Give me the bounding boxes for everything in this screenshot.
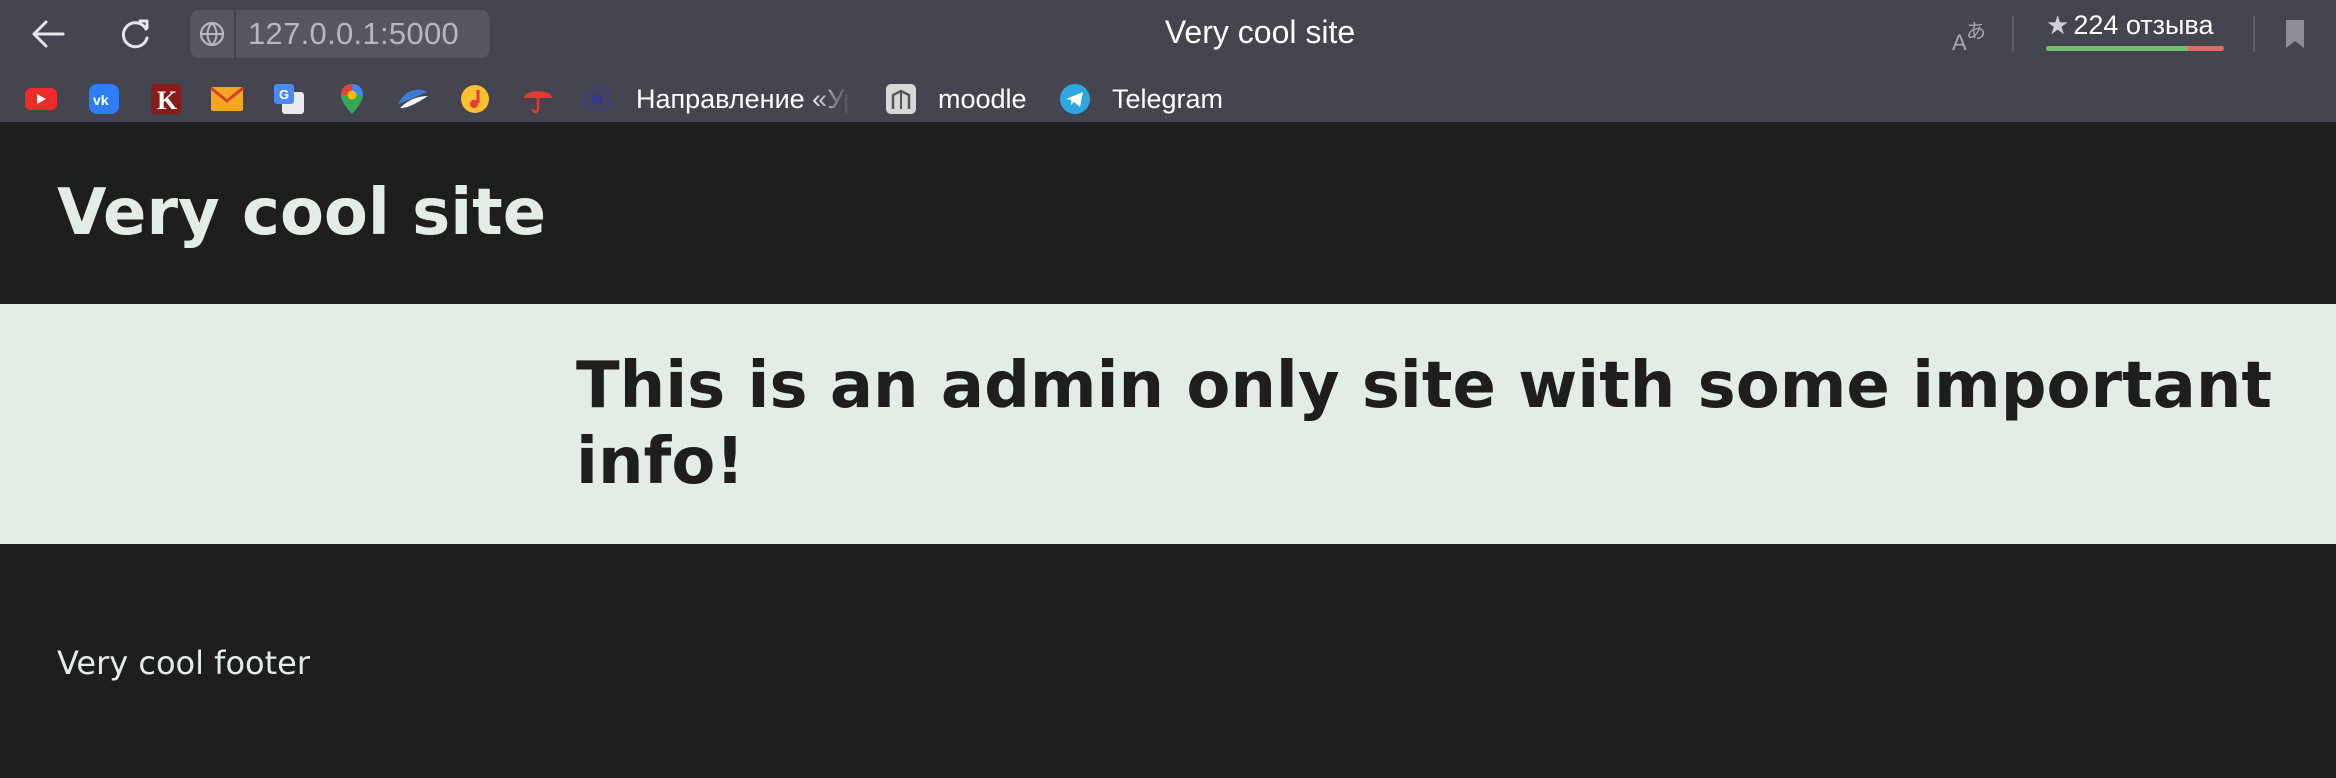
toolbar-separator bbox=[2253, 16, 2255, 52]
bookmark-google-maps[interactable] bbox=[335, 82, 369, 116]
info-banner: This is an admin only site with some imp… bbox=[0, 304, 2336, 544]
wave-icon bbox=[398, 89, 428, 108]
arrow-left-icon bbox=[32, 20, 65, 48]
back-button[interactable] bbox=[26, 12, 70, 56]
globe-icon bbox=[199, 21, 225, 47]
bookmark-music[interactable] bbox=[458, 82, 492, 116]
svg-text:G: G bbox=[279, 87, 289, 102]
rating-bar bbox=[2046, 46, 2224, 51]
bookmark-button[interactable] bbox=[2282, 18, 2310, 52]
bookmark-university-label[interactable]: Направление «Ур bbox=[636, 82, 851, 116]
bookmark-google-translate[interactable]: G bbox=[272, 82, 306, 116]
bookmark-wave[interactable] bbox=[396, 82, 430, 116]
svg-text:あ: あ bbox=[1966, 19, 1986, 43]
bookmark-telegram[interactable] bbox=[1058, 82, 1092, 116]
bookmark-vk[interactable]: vk bbox=[87, 82, 121, 116]
tab-title: Very cool site bbox=[1164, 14, 1356, 50]
svg-text:K: K bbox=[157, 86, 178, 115]
bookmark-youtube[interactable] bbox=[24, 82, 58, 116]
umbrella-icon bbox=[524, 91, 552, 114]
bookmark-moodle[interactable] bbox=[884, 82, 918, 116]
bookmark-moodle-label[interactable]: moodle bbox=[938, 82, 1027, 116]
toolbar-separator bbox=[2012, 16, 2014, 52]
url-text[interactable]: 127.0.0.1:5000 bbox=[236, 16, 459, 52]
bookmark-mail[interactable] bbox=[210, 82, 244, 116]
google-maps-icon bbox=[341, 84, 363, 114]
university-icon bbox=[583, 85, 611, 113]
site-title: Very cool site bbox=[57, 176, 547, 250]
footer-text: Very cool footer bbox=[57, 644, 310, 682]
reviews-count: 224 отзыва bbox=[2073, 10, 2214, 40]
bookmarks-bar: vk K G Направление «Ур moodle Telegram bbox=[0, 76, 2336, 120]
site-header: Very cool site bbox=[0, 122, 2336, 304]
vk-icon: vk bbox=[89, 84, 119, 114]
site-info-button[interactable] bbox=[190, 10, 236, 58]
telegram-icon bbox=[1060, 84, 1090, 114]
bookmark-kinopoisk[interactable]: K bbox=[149, 82, 183, 116]
rating-positive-fill bbox=[2046, 46, 2189, 51]
svg-text:vk: vk bbox=[93, 92, 109, 108]
star-icon: ★ bbox=[2046, 10, 2070, 40]
music-icon bbox=[461, 85, 489, 113]
kinopoisk-icon: K bbox=[151, 84, 181, 115]
reload-button[interactable] bbox=[114, 12, 158, 56]
browser-toolbar: 127.0.0.1:5000 Very cool site Aあ ★ 224 о… bbox=[0, 0, 2336, 68]
browser-chrome: 127.0.0.1:5000 Very cool site Aあ ★ 224 о… bbox=[0, 0, 2336, 122]
translate-button[interactable]: Aあ bbox=[1950, 16, 1990, 56]
bookmark-university[interactable] bbox=[580, 82, 614, 116]
address-bar[interactable]: 127.0.0.1:5000 bbox=[190, 10, 490, 58]
svg-text:A: A bbox=[1952, 30, 1967, 55]
youtube-icon bbox=[25, 88, 57, 110]
moodle-icon bbox=[886, 84, 916, 114]
bookmark-telegram-label[interactable]: Telegram bbox=[1112, 82, 1223, 116]
bookmark-umbrella[interactable] bbox=[521, 82, 555, 116]
site-footer: Very cool footer bbox=[0, 544, 2336, 776]
bookmark-icon bbox=[2286, 20, 2304, 48]
mail-icon bbox=[210, 86, 244, 111]
translate-icon: Aあ bbox=[1952, 19, 1986, 55]
banner-text: This is an admin only site with some imp… bbox=[576, 349, 2272, 499]
google-translate-icon: G bbox=[274, 84, 304, 114]
reviews-widget[interactable]: ★ 224 отзыва bbox=[2046, 10, 2226, 54]
reload-icon bbox=[121, 19, 149, 49]
page-content: Very cool site This is an admin only sit… bbox=[0, 122, 2336, 778]
